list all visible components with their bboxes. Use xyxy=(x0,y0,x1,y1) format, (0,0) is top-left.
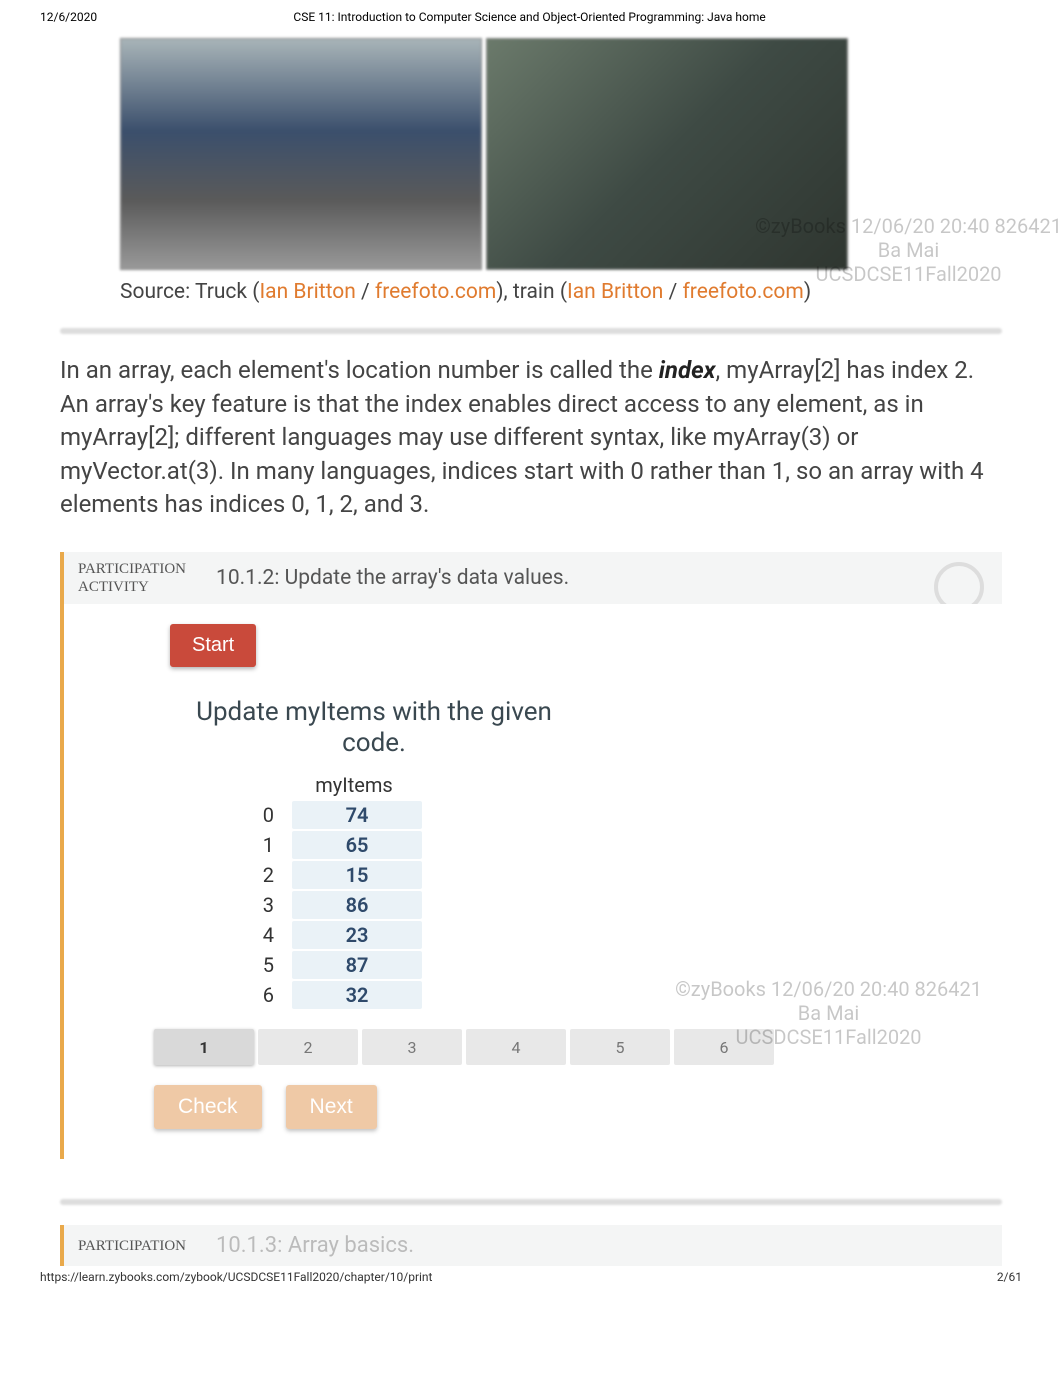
watermark: ©zyBooks 12/06/20 20:40 826421 Ba Mai UC… xyxy=(755,214,1062,286)
header-date: 12/6/2020 xyxy=(40,10,97,24)
print-footer: https://learn.zybooks.com/zybook/UCSDCSE… xyxy=(0,1266,1062,1294)
array-cell: 87 xyxy=(292,951,422,979)
watermark-2: ©zyBooks 12/06/20 20:40 826421 Ba Mai UC… xyxy=(675,977,982,1049)
section-divider xyxy=(60,328,1002,334)
array-index: 4 xyxy=(254,923,274,947)
header-course-title: CSE 11: Introduction to Computer Science… xyxy=(97,10,962,24)
array-row: 2 15 xyxy=(254,861,912,889)
array-cell: 65 xyxy=(292,831,422,859)
index-paragraph: In an array, each element's location num… xyxy=(60,354,1002,522)
activity2-title: 10.1.3: Array basics. xyxy=(216,1233,414,1258)
array-cell: 32 xyxy=(292,981,422,1009)
array-row: 0 74 xyxy=(254,801,912,829)
step-2[interactable]: 2 xyxy=(258,1029,358,1065)
array-row: 1 65 xyxy=(254,831,912,859)
print-header: 12/6/2020 CSE 11: Introduction to Comput… xyxy=(0,0,1062,30)
array-index: 6 xyxy=(254,983,274,1007)
participation-activity-2: PARTICIPATION 10.1.3: Array basics. xyxy=(60,1225,1002,1266)
step-3[interactable]: 3 xyxy=(362,1029,462,1065)
link-ian-britton-2[interactable]: Ian Britton xyxy=(567,280,663,304)
array-row: 4 23 xyxy=(254,921,912,949)
section-divider-2 xyxy=(60,1199,1002,1205)
array-index: 5 xyxy=(254,953,274,977)
array-index: 0 xyxy=(254,803,274,827)
footer-url: https://learn.zybooks.com/zybook/UCSDCSE… xyxy=(40,1270,432,1284)
step-4[interactable]: 4 xyxy=(466,1029,566,1065)
array-name-label: myItems xyxy=(254,773,454,797)
step-5[interactable]: 5 xyxy=(570,1029,670,1065)
activity-title: 10.1.2: Update the array's data values. xyxy=(216,566,569,590)
truck-image xyxy=(120,38,482,270)
array-cell: 15 xyxy=(292,861,422,889)
check-button[interactable]: Check xyxy=(154,1085,262,1129)
activity-instruction: Update myItems with the given code. xyxy=(174,697,574,759)
array-cell: 86 xyxy=(292,891,422,919)
step-1[interactable]: 1 xyxy=(154,1029,254,1065)
array-cell: 23 xyxy=(292,921,422,949)
link-ian-britton-1[interactable]: Ian Britton xyxy=(259,280,355,304)
array-cell: 74 xyxy=(292,801,422,829)
array-row: 5 87 xyxy=(254,951,912,979)
array-index: 1 xyxy=(254,833,274,857)
activity2-label: PARTICIPATION xyxy=(78,1237,186,1255)
array-index: 2 xyxy=(254,863,274,887)
array-index: 3 xyxy=(254,893,274,917)
footer-page: 2/61 xyxy=(997,1270,1022,1284)
start-button[interactable]: Start xyxy=(170,624,256,667)
link-freefoto-1[interactable]: freefoto.com xyxy=(375,280,496,304)
activity-label: PARTICIPATION ACTIVITY xyxy=(78,560,186,596)
array-row: 3 86 xyxy=(254,891,912,919)
next-button[interactable]: Next xyxy=(286,1085,377,1129)
participation-activity-1: PARTICIPATION ACTIVITY 10.1.2: Update th… xyxy=(60,552,1002,1159)
term-index: index xyxy=(659,356,716,384)
array-visualization: myItems 0 74 1 65 2 15 3 86 4 23 5 87 6 32 xyxy=(254,773,912,1009)
figure-images: ©zyBooks 12/06/20 20:40 826421 Ba Mai UC… xyxy=(120,38,1002,270)
